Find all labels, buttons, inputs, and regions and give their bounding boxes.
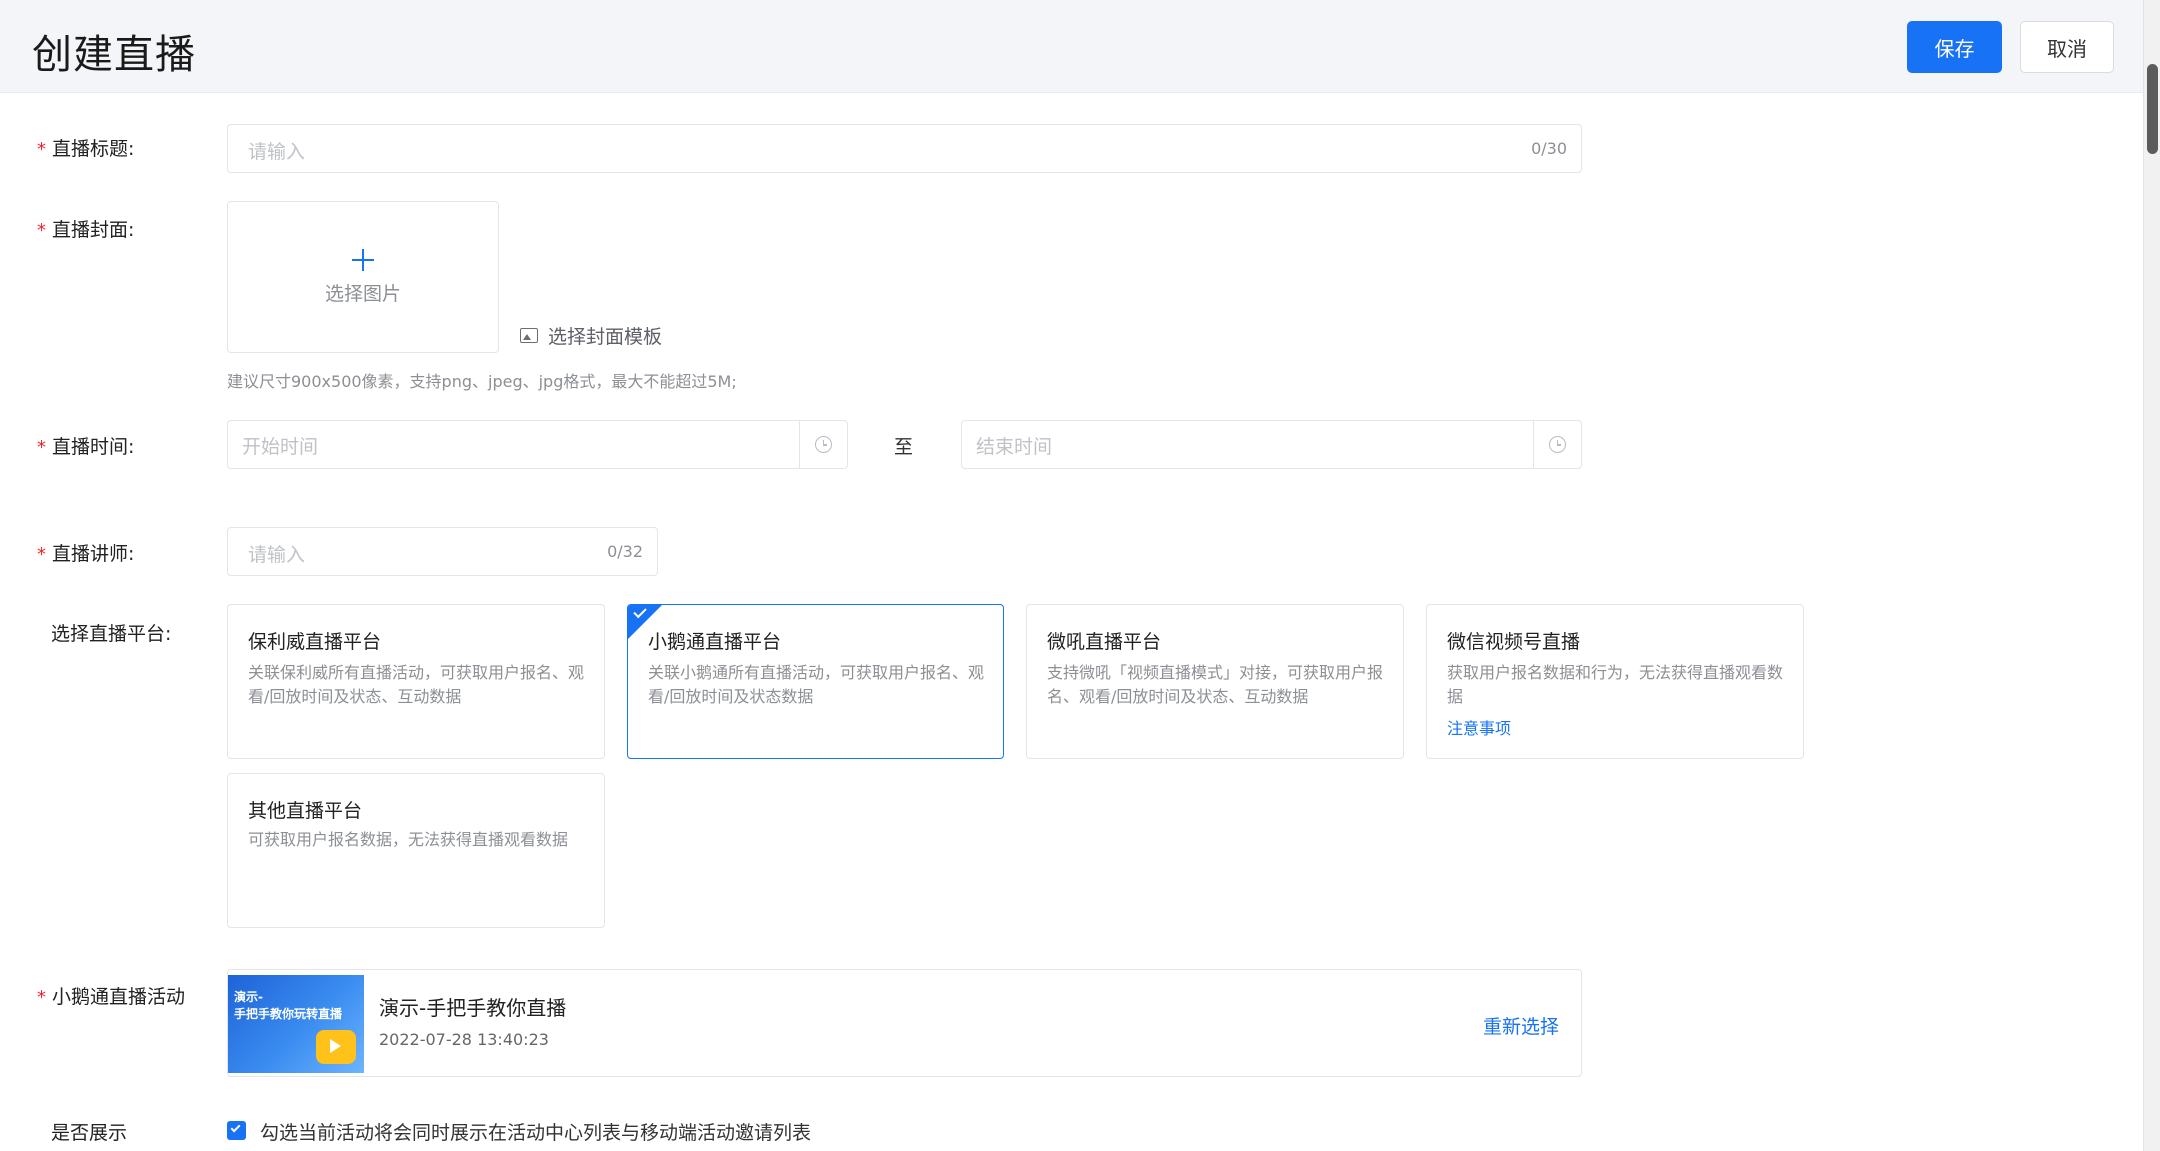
title-char-counter: 0/30 [1531, 139, 1567, 158]
platform-card-title: 微信视频号直播 [1447, 631, 1581, 653]
display-checkbox-label: 勾选当前活动将会同时展示在活动中心列表与移动端活动邀请列表 [260, 1122, 812, 1144]
platform-card-desc: 支持微吼「视频直播模式」对接，可获取用户报名、观看/回放时间及状态、互动数据 [1047, 663, 1384, 706]
time-separator: 至 [894, 436, 914, 458]
cover-label: * 直播封面: [37, 219, 135, 241]
platform-card-vhall[interactable]: 微吼直播平台 支持微吼「视频直播模式」对接，可获取用户报名、观看/回放时间及状态… [1026, 604, 1404, 759]
play-icon [330, 1039, 341, 1053]
platform-card-title: 微吼直播平台 [1047, 631, 1162, 653]
platform-card-title: 其他直播平台 [248, 800, 363, 822]
lecturer-placeholder: 请输入 [248, 544, 306, 566]
reselect-link[interactable]: 重新选择 [1483, 1012, 1559, 1039]
end-time-picker[interactable] [1533, 421, 1581, 468]
time-label: * 直播时间: [37, 436, 135, 458]
plus-icon [352, 249, 374, 271]
thumbnail-text: 演示- 手把手教你玩转直播 [234, 990, 343, 1021]
activity-label: * 小鹅通直播活动 [37, 986, 186, 1008]
end-time-placeholder: 结束时间 [976, 436, 1053, 458]
lecturer-label: * 直播讲师: [37, 543, 135, 565]
activity-card: 演示- 手把手教你玩转直播 演示-手把手教你直播 2022-07-28 13:4… [227, 969, 1582, 1077]
cover-template-link[interactable]: 选择封面模板 [520, 322, 662, 349]
lecturer-input[interactable]: 请输入 0/32 [227, 527, 658, 576]
lecturer-char-counter: 0/32 [607, 542, 643, 561]
title-placeholder: 请输入 [248, 141, 306, 163]
platform-card-desc: 关联保利威所有直播活动，可获取用户报名、观看/回放时间及状态、互动数据 [248, 663, 585, 706]
cover-hint: 建议尺寸900x500像素，支持png、jpeg、jpg格式，最大不能超过5M; [227, 372, 737, 391]
check-icon [230, 1122, 241, 1133]
save-button[interactable]: 保存 [1907, 21, 2002, 73]
start-time-placeholder: 开始时间 [242, 436, 319, 458]
activity-title: 演示-手把手教你直播 [379, 996, 567, 1020]
display-label: 是否展示 [51, 1122, 128, 1144]
platform-card-xiaoetong[interactable]: 小鹅通直播平台 关联小鹅通所有直播活动，可获取用户报名、观看/回放时间及状态数据 [627, 604, 1004, 759]
platform-card-other[interactable]: 其他直播平台 可获取用户报名数据，无法获得直播观看数据 [227, 773, 605, 928]
page-header: 创建直播 保存 取消 [0, 0, 2143, 93]
end-time-input[interactable]: 结束时间 [961, 420, 1582, 469]
cover-upload-box[interactable]: 选择图片 [227, 201, 499, 353]
platform-card-title: 小鹅通直播平台 [648, 631, 782, 653]
scrollbar-thumb[interactable] [2147, 64, 2158, 154]
clock-icon [1549, 436, 1566, 453]
page-title: 创建直播 [32, 32, 196, 78]
platform-card-title: 保利威直播平台 [248, 631, 382, 653]
start-time-picker[interactable] [799, 421, 847, 468]
platform-label: 选择直播平台: [51, 623, 172, 645]
image-icon [520, 328, 538, 343]
cover-template-label: 选择封面模板 [548, 326, 663, 348]
clock-icon [815, 436, 832, 453]
cancel-button[interactable]: 取消 [2020, 21, 2114, 73]
upload-image-label: 选择图片 [324, 283, 401, 305]
platform-card-desc: 可获取用户报名数据，无法获得直播观看数据 [248, 830, 569, 849]
platform-card-polyv[interactable]: 保利威直播平台 关联保利威所有直播活动，可获取用户报名、观看/回放时间及状态、互… [227, 604, 605, 759]
platform-card-desc: 关联小鹅通所有直播活动，可获取用户报名、观看/回放时间及状态数据 [648, 663, 985, 706]
vertical-scrollbar[interactable] [2143, 0, 2160, 1151]
display-checkbox[interactable] [227, 1121, 246, 1140]
start-time-input[interactable]: 开始时间 [227, 420, 848, 469]
activity-thumbnail: 演示- 手把手教你玩转直播 [228, 975, 364, 1073]
platform-card-desc: 获取用户报名数据和行为，无法获得直播观看数据 [1447, 663, 1784, 706]
title-input[interactable]: 请输入 0/30 [227, 124, 1582, 173]
title-label: * 直播标题: [37, 138, 135, 160]
platform-card-wechat-channels[interactable]: 微信视频号直播 获取用户报名数据和行为，无法获得直播观看数据 注意事项 [1426, 604, 1804, 759]
activity-time: 2022-07-28 13:40:23 [379, 1030, 549, 1049]
notice-link[interactable]: 注意事项 [1447, 715, 1511, 739]
